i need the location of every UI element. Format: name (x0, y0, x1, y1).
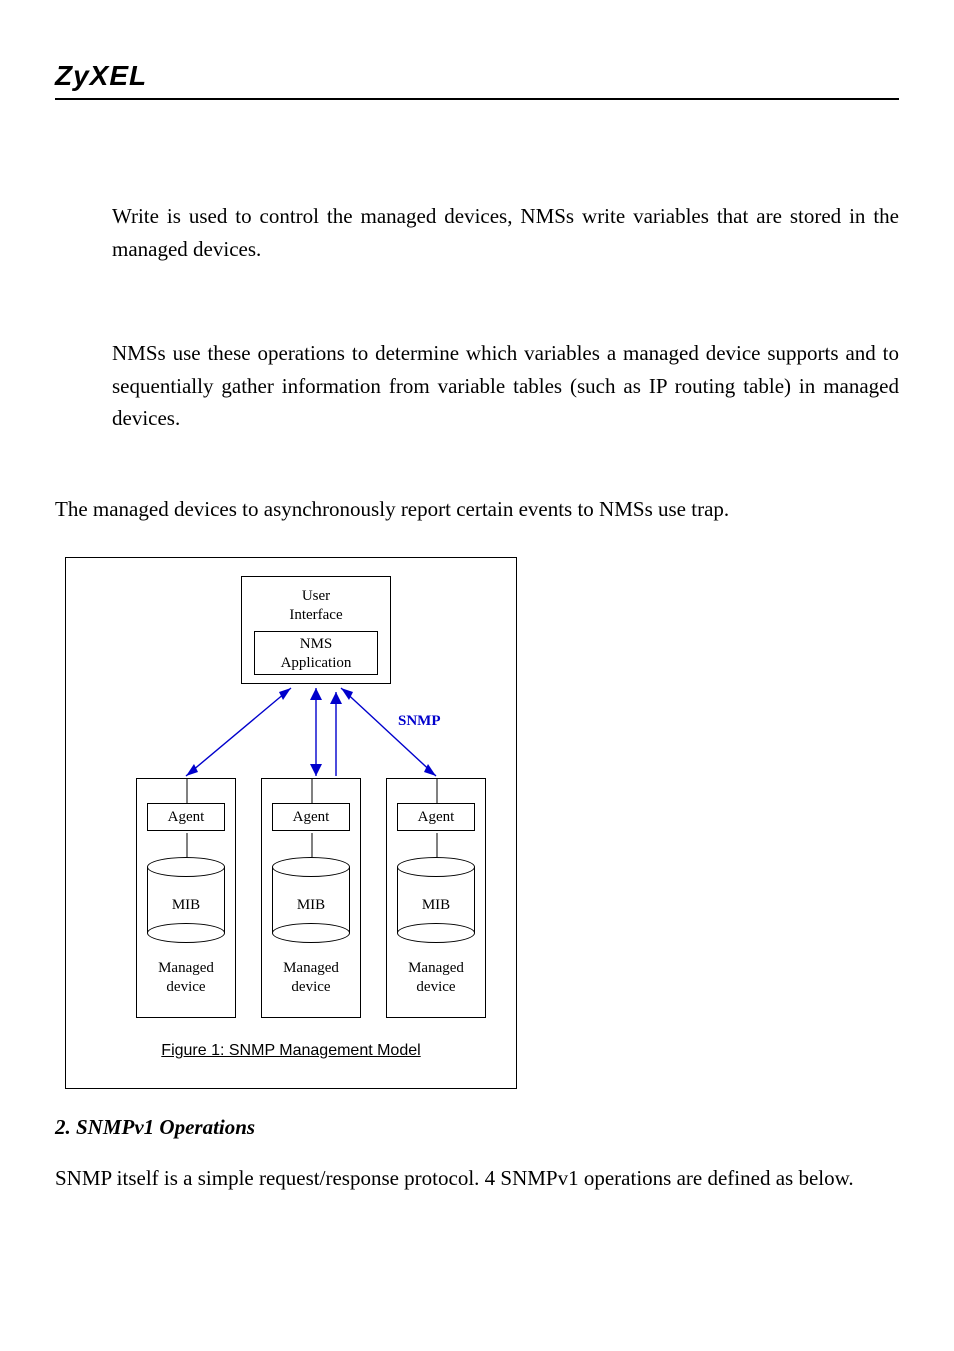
section-2-title: 2. SNMPv1 Operations (55, 1115, 899, 1140)
mib-cylinder-2: MIB (272, 857, 350, 943)
paragraph-trap: The managed devices to asynchronously re… (55, 493, 899, 526)
mib-label-1: MIB (147, 897, 225, 914)
section-2-body: SNMP itself is a simple request/response… (55, 1162, 899, 1195)
mib-label-3: MIB (397, 897, 475, 914)
mib-cylinder-1: MIB (147, 857, 225, 943)
paragraph-write: Write is used to control the managed dev… (55, 200, 899, 265)
page: ZyXEL Write is used to control the manag… (0, 0, 954, 1351)
paragraph-traversal: NMSs use these operations to determine w… (55, 337, 899, 435)
brand-logo: ZyXEL (55, 60, 899, 92)
mib-cylinder-3: MIB (397, 857, 475, 943)
header-rule (55, 98, 899, 100)
mib-label-2: MIB (272, 897, 350, 914)
managed-device-label-1: Manageddevice (137, 959, 235, 997)
managed-device-2: Agent MIB Manageddevice (261, 778, 361, 1018)
nms-box: UserInterface NMSApplication (241, 576, 391, 684)
managed-device-label-2: Manageddevice (262, 959, 360, 997)
snmp-label: SNMP (398, 713, 441, 730)
figure-caption: Figure 1: SNMP Management Model (66, 1042, 516, 1060)
agent-box-3: Agent (397, 803, 475, 831)
managed-device-1: Agent MIB Manageddevice (136, 778, 236, 1018)
managed-device-label-3: Manageddevice (387, 959, 485, 997)
agent-box-1: Agent (147, 803, 225, 831)
managed-device-3: Agent MIB Manageddevice (386, 778, 486, 1018)
agent-box-2: Agent (272, 803, 350, 831)
user-interface-label: UserInterface (242, 587, 390, 625)
nms-application-box: NMSApplication (254, 631, 378, 675)
snmp-diagram: UserInterface NMSApplication SNMP (65, 557, 517, 1089)
